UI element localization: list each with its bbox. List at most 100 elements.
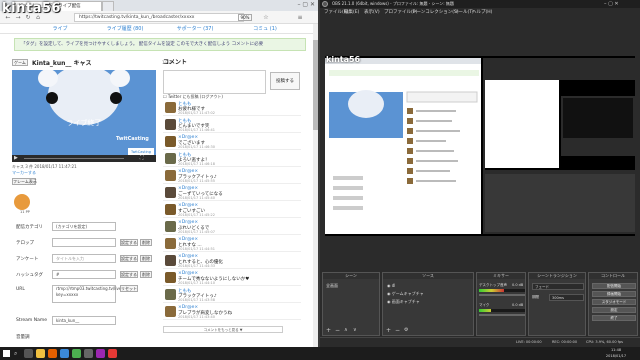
fullscreen-icon[interactable]: ⛶ — [140, 155, 144, 161]
gift-icon[interactable] — [14, 194, 30, 210]
category-select[interactable]: (カテゴリを設定) — [52, 222, 116, 231]
more-comments-button[interactable]: コメントをもっと見る ▼ — [163, 326, 283, 333]
announce-set-button[interactable]: 設定する — [120, 255, 138, 262]
telop-delete-button[interactable]: 削除 — [140, 239, 152, 246]
comment-item: ×Dr@e× チームで秀なないようにしないか♥ 2018/01/17 11:44:1… — [163, 270, 301, 286]
scene-down-icon[interactable]: ∨ — [353, 327, 357, 333]
telop-set-button[interactable]: 設定する — [120, 239, 138, 246]
transitions-dock: シーントランジション フェード 期間 300ms — [528, 272, 586, 336]
nav-history[interactable]: ライブ履歴 (80) — [100, 25, 150, 33]
menu-help[interactable]: ヘルプ(H) — [472, 8, 492, 17]
search-icon[interactable]: ⌕ — [14, 350, 17, 358]
scrollbar-thumb[interactable] — [313, 40, 318, 130]
app-icon-2[interactable] — [72, 349, 81, 358]
preview-watermark: kinta56 — [326, 55, 361, 64]
nav-live[interactable]: ライブ — [40, 25, 80, 33]
source-item-1[interactable]: ◉ dl — [387, 283, 395, 288]
transition-select[interactable]: フェード — [532, 283, 584, 290]
obs-window-controls[interactable]: – ▢ ✕ — [604, 0, 619, 8]
live-ended-text: ライブ終了 — [66, 119, 102, 127]
commenter-avatar[interactable] — [165, 187, 176, 198]
scene-remove-icon[interactable]: − — [335, 327, 340, 334]
app-icon-3[interactable] — [96, 349, 105, 358]
window-controls[interactable]: – ▢ ✕ — [288, 1, 318, 10]
play-icon[interactable]: ▶ — [14, 155, 18, 161]
commenter-avatar[interactable] — [165, 255, 176, 266]
studio-mode-button[interactable]: スタジオモード — [592, 299, 636, 305]
mixer-mic-slider[interactable] — [479, 314, 525, 316]
nav-supporters[interactable]: サポーター (37) — [170, 25, 220, 33]
video-player[interactable]: ライブ終了 TwitCasting TwitCasting — [12, 70, 156, 160]
mixer-header: ミキサー — [477, 273, 525, 279]
hashtag-value: # — [56, 272, 60, 277]
obs-menu-bar: ファイル(F) 編集(E) 表示(V) プロファイル(P) シーンコレクション(… — [320, 8, 640, 17]
start-recording-button[interactable]: 録画開始 — [592, 291, 636, 297]
settings-button[interactable]: 設定 — [592, 307, 636, 313]
scene-add-icon[interactable]: + — [326, 327, 331, 334]
commenter-avatar[interactable] — [165, 119, 176, 130]
rtmp-url-field[interactable]: rtmp://rtmp03.twitcasting.tv/live?key=xx… — [52, 285, 123, 303]
frame-display-button[interactable]: フレーム表示 — [12, 178, 37, 185]
scenes-header: シーン — [323, 273, 379, 279]
source-settings-icon[interactable]: ⚙ — [404, 327, 408, 333]
commenter-avatar[interactable] — [165, 136, 176, 147]
comment-date: 2018/01/17 11:43:40 — [178, 315, 216, 319]
source-remove-icon[interactable]: − — [395, 327, 400, 334]
mixer-desktop-slider[interactable] — [479, 294, 525, 296]
commenter-avatar[interactable] — [165, 221, 176, 232]
menu-edit[interactable]: 編集(E) — [344, 8, 359, 17]
zoom-level[interactable]: 90% — [238, 14, 252, 21]
menu-tools[interactable]: ツール(T) — [454, 8, 474, 17]
mixer-mic-label: マイク — [479, 303, 490, 307]
channel-watermark: kinta56 — [2, 1, 61, 16]
mixer-mic-db: 0.0 dB — [512, 303, 524, 307]
explorer-icon[interactable] — [36, 349, 45, 358]
commenter-avatar[interactable] — [165, 289, 176, 300]
duration-field[interactable]: 300ms — [549, 294, 584, 301]
commenter-avatar[interactable] — [165, 170, 176, 181]
url-reset-button[interactable]: リセット — [120, 285, 138, 292]
commenter-avatar[interactable] — [165, 238, 176, 249]
hashtag-delete-button[interactable]: 削除 — [140, 271, 152, 278]
menu-view[interactable]: 表示(V) — [364, 8, 380, 17]
hashtag-input[interactable]: # — [52, 270, 116, 279]
rec-time: REC: 00:00:00 — [552, 340, 578, 344]
stream-name-field[interactable]: kinta_kun__ — [52, 316, 116, 325]
commenter-avatar[interactable] — [165, 102, 176, 113]
category-game-button[interactable]: ゲーム — [12, 59, 28, 66]
windows-start-icon[interactable] — [3, 350, 10, 357]
hashtag-set-button[interactable]: 設定する — [120, 271, 138, 278]
exit-button[interactable]: 終了 — [592, 315, 636, 321]
seek-bar[interactable] — [24, 158, 124, 159]
source-item-3[interactable]: ◉ 画面キャプチャ — [387, 299, 420, 305]
commenter-avatar[interactable] — [165, 204, 176, 215]
scene-up-icon[interactable]: ∧ — [344, 327, 348, 333]
source-add-icon[interactable]: + — [386, 327, 391, 334]
url-field[interactable]: https://twitcasting.tv/kinta_kun_/broadc… — [74, 13, 244, 22]
start-streaming-button[interactable]: 配信開始 — [592, 283, 636, 289]
system-clock[interactable]: 11:48 2018/01/17 — [596, 347, 636, 359]
firefox-icon[interactable] — [48, 349, 57, 358]
announce-input[interactable]: タイトルを入力 — [52, 254, 116, 263]
star-icon[interactable]: ☆ — [262, 14, 270, 22]
app-icon-1[interactable] — [60, 349, 69, 358]
post-comment-button[interactable]: 投稿する — [270, 72, 300, 90]
menu-icon[interactable]: ≡ — [296, 14, 304, 22]
source-item-2[interactable]: ◉ ゲームキャプチャ — [387, 291, 424, 297]
nav-community[interactable]: コミュ (1) — [240, 25, 290, 33]
comment-input[interactable] — [163, 70, 266, 94]
comment-list: ともも お疲れ様です 2018/01/17 11:47:02 ともも どんまいです笑 20… — [163, 100, 301, 325]
commenter-avatar[interactable] — [165, 272, 176, 283]
commenter-avatar[interactable] — [165, 153, 176, 164]
obs-preview[interactable]: kinta56 — [325, 55, 635, 236]
menu-scene-collection[interactable]: シーンコレクション(S) — [412, 8, 459, 17]
announce-delete-button[interactable]: 削除 — [140, 255, 152, 262]
scene-item[interactable]: 全画面 — [326, 283, 338, 289]
new-tab-button[interactable] — [102, 1, 114, 11]
obs-taskbar-icon[interactable] — [84, 349, 93, 358]
commenter-avatar[interactable] — [165, 306, 176, 317]
telop-input[interactable] — [52, 238, 116, 247]
app-icon-4[interactable] — [108, 349, 117, 358]
taskview-icon[interactable] — [24, 349, 33, 358]
marker-link[interactable]: マーカーする — [12, 170, 156, 176]
